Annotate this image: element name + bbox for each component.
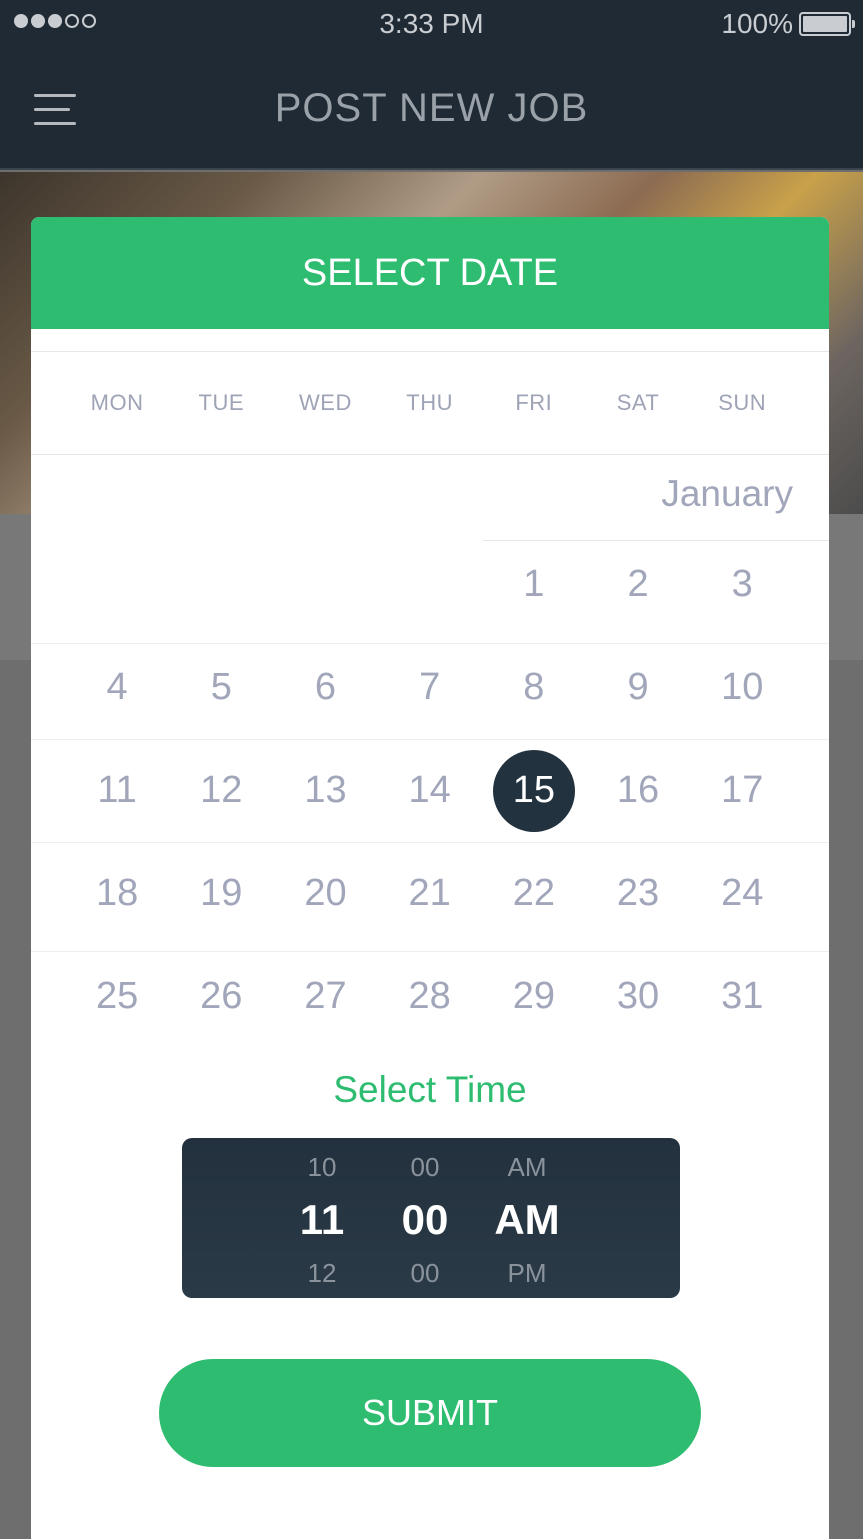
submit-button[interactable]: SUBMIT xyxy=(159,1359,701,1467)
calendar-day-empty xyxy=(65,563,169,606)
calendar-day[interactable]: 25 xyxy=(65,975,169,1018)
period-current[interactable]: AM xyxy=(477,1196,577,1244)
weekday-label: FRI xyxy=(515,390,553,415)
hour-current[interactable]: 11 xyxy=(272,1196,372,1244)
time-picker[interactable]: 10 11 12 00 00 00 AM AM PM xyxy=(182,1138,680,1298)
divider xyxy=(31,643,829,644)
hour-next[interactable]: 12 xyxy=(272,1258,372,1289)
weekday-header: MON TUE WED THU FRI SAT SUN xyxy=(31,351,829,455)
minute-current[interactable]: 00 xyxy=(375,1196,475,1244)
status-bar: 3:33 PM 100% xyxy=(0,0,863,50)
calendar-day[interactable]: 29 xyxy=(482,975,586,1018)
calendar-day[interactable]: 1 xyxy=(482,563,586,606)
weekday-label: WED xyxy=(299,390,352,415)
calendar-day[interactable]: 27 xyxy=(273,975,377,1018)
calendar-day-empty xyxy=(273,563,377,606)
divider xyxy=(31,951,829,952)
calendar-day[interactable]: 30 xyxy=(586,975,690,1018)
calendar-week: 25 26 27 28 29 30 31 xyxy=(31,975,829,1018)
hour-prev[interactable]: 10 xyxy=(272,1152,372,1183)
weekday-label: SAT xyxy=(616,390,660,415)
calendar-week: 4 5 6 7 8 9 10 xyxy=(31,666,829,709)
calendar-day[interactable]: 23 xyxy=(586,872,690,915)
page-title: POST NEW JOB xyxy=(274,86,589,130)
minute-next[interactable]: 00 xyxy=(375,1258,475,1289)
calendar-day[interactable]: 6 xyxy=(273,666,377,709)
battery-percent: 100% xyxy=(721,8,793,39)
calendar-day[interactable]: 26 xyxy=(169,975,273,1018)
calendar-day[interactable]: 21 xyxy=(378,872,482,915)
nav-bar: POST NEW JOB xyxy=(0,50,863,170)
calendar-day-empty xyxy=(378,563,482,606)
calendar-day[interactable]: 16 xyxy=(586,769,690,812)
calendar-week: 11 12 13 14 15 16 17 xyxy=(31,749,829,832)
calendar-day[interactable]: 2 xyxy=(586,563,690,606)
calendar-day[interactable]: 14 xyxy=(378,769,482,812)
select-time-label: Select Time xyxy=(333,1069,527,1110)
calendar-day[interactable]: 24 xyxy=(690,872,794,915)
calendar-day[interactable]: 17 xyxy=(690,769,794,812)
calendar-day[interactable]: 8 xyxy=(482,666,586,709)
period-next[interactable]: PM xyxy=(477,1258,577,1289)
battery-status: 100% xyxy=(721,8,855,40)
calendar-week: 18 19 20 21 22 23 24 xyxy=(31,872,829,915)
minute-prev[interactable]: 00 xyxy=(375,1152,475,1183)
period-prev[interactable]: AM xyxy=(477,1152,577,1183)
weekday-label: SUN xyxy=(718,390,767,415)
calendar-day[interactable]: 9 xyxy=(586,666,690,709)
calendar-day[interactable]: 3 xyxy=(690,563,794,606)
divider xyxy=(31,842,829,843)
weekday-label: MON xyxy=(90,390,144,415)
calendar-day[interactable]: 11 xyxy=(65,769,169,812)
calendar-day[interactable]: 7 xyxy=(378,666,482,709)
modal-title: SELECT DATE xyxy=(31,217,829,329)
calendar-day[interactable]: 20 xyxy=(273,872,377,915)
calendar-day[interactable]: 13 xyxy=(273,769,377,812)
date-picker-modal: SELECT DATE MON TUE WED THU FRI SAT SUN … xyxy=(31,217,829,1539)
battery-icon xyxy=(799,12,855,36)
calendar-day[interactable]: 4 xyxy=(65,666,169,709)
divider xyxy=(31,739,829,740)
selected-day-label: 15 xyxy=(512,769,555,811)
calendar-day[interactable]: 31 xyxy=(690,975,794,1018)
weekday-label: TUE xyxy=(198,390,245,415)
calendar-day[interactable]: 5 xyxy=(169,666,273,709)
divider xyxy=(483,540,829,541)
calendar-day-selected[interactable]: 15 xyxy=(482,749,586,832)
period-wheel[interactable]: AM AM PM xyxy=(477,1138,577,1298)
month-label: January xyxy=(661,473,793,514)
weekday-label: THU xyxy=(406,390,454,415)
calendar-day-empty xyxy=(169,563,273,606)
battery-fill xyxy=(803,16,847,32)
calendar-day[interactable]: 22 xyxy=(482,872,586,915)
calendar-day[interactable]: 18 xyxy=(65,872,169,915)
minute-wheel[interactable]: 00 00 00 xyxy=(375,1138,475,1298)
calendar-day[interactable]: 19 xyxy=(169,872,273,915)
hour-wheel[interactable]: 10 11 12 xyxy=(272,1138,372,1298)
calendar-day[interactable]: 12 xyxy=(169,769,273,812)
calendar-day[interactable]: 10 xyxy=(690,666,794,709)
calendar-day[interactable]: 28 xyxy=(378,975,482,1018)
calendar-week: 1 2 3 xyxy=(31,563,829,606)
